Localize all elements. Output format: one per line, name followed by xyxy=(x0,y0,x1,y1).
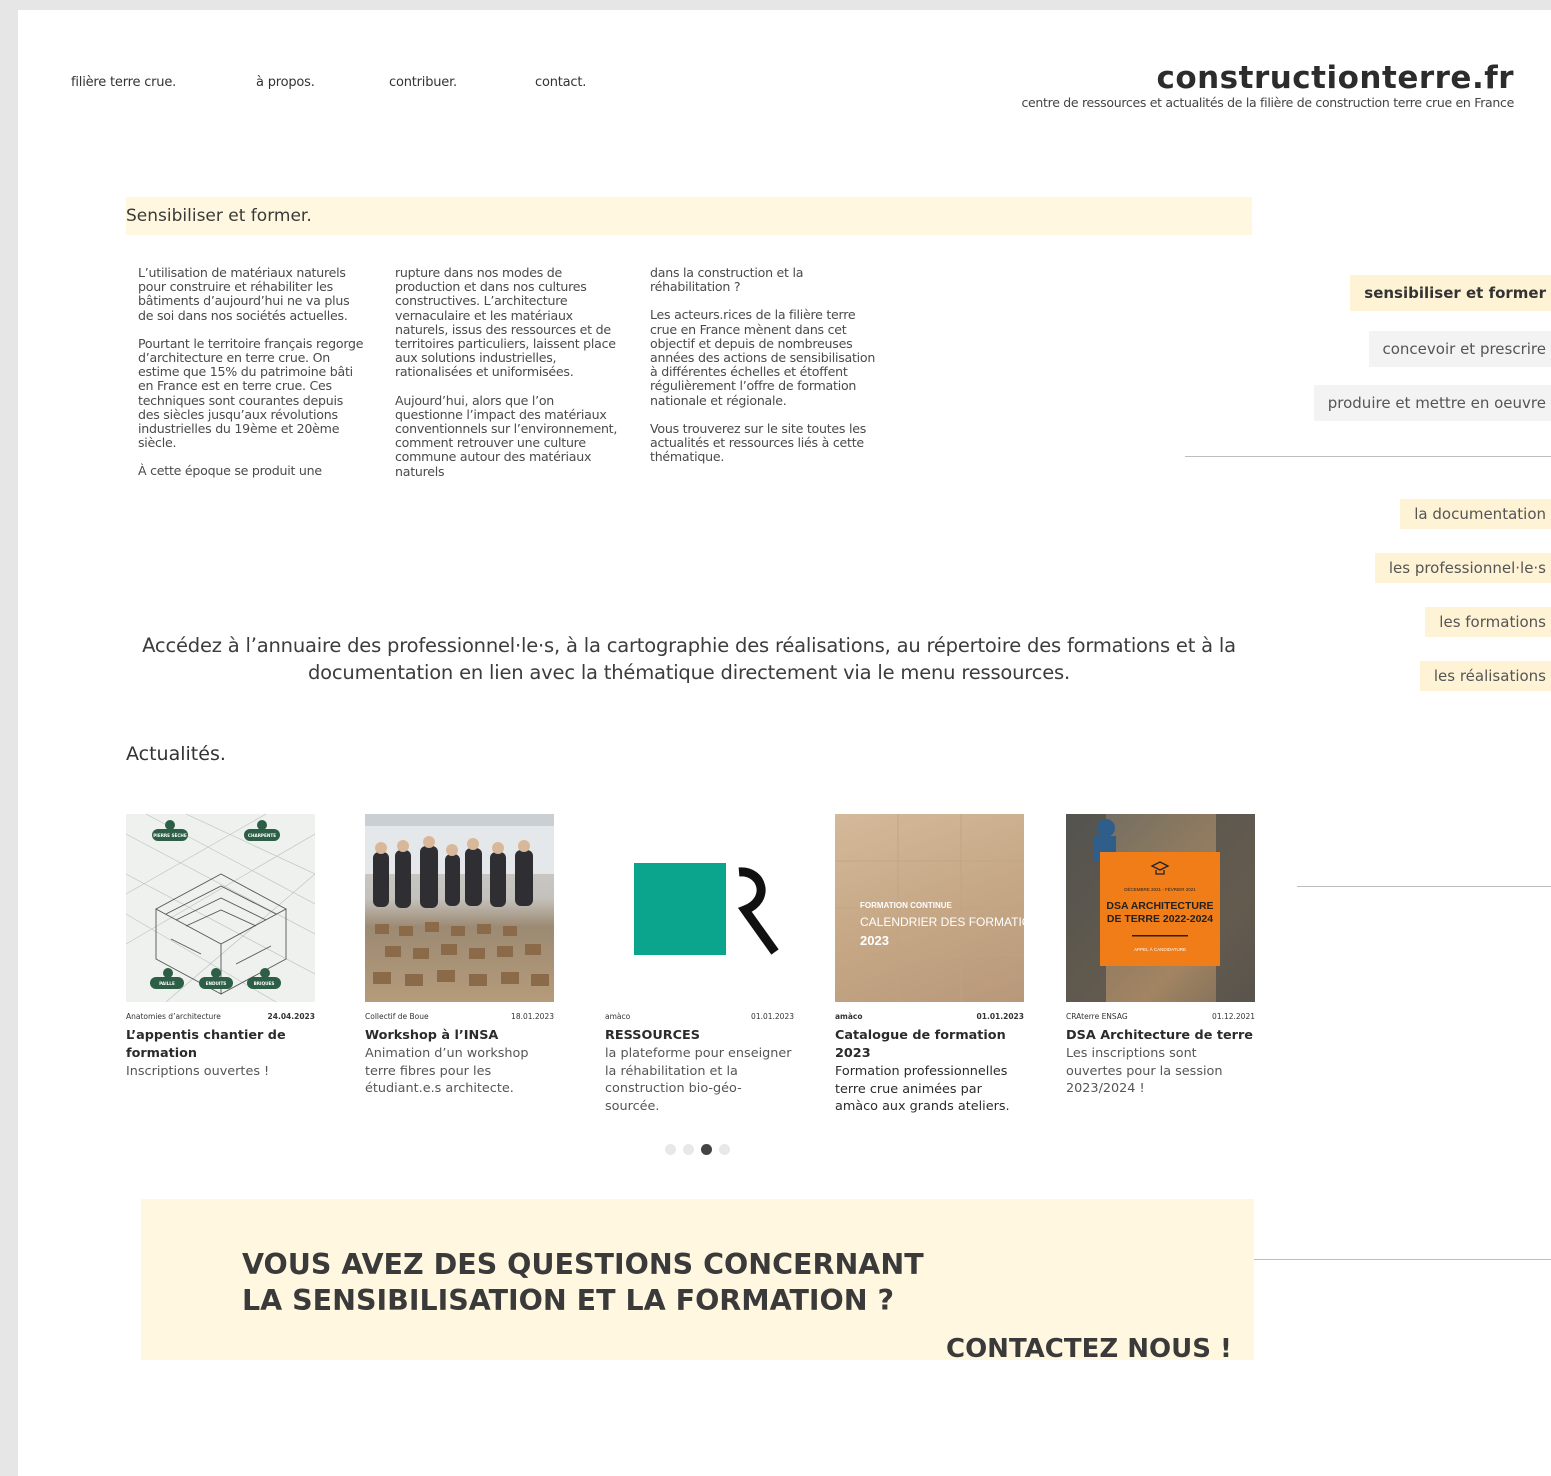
img-label: 2023 xyxy=(860,933,889,948)
news-card-desc: Formation professionnelles terre crue an… xyxy=(835,1064,1010,1114)
intro-paragraph: Pourtant le territoire français regorge … xyxy=(138,335,364,451)
resource-formations[interactable]: les formations xyxy=(1425,607,1551,637)
carousel-dot[interactable] xyxy=(683,1144,694,1155)
news-card-desc: la plateforme pour enseigner la réhabili… xyxy=(605,1046,792,1114)
news-meta: amàco 01.01.2023 xyxy=(605,1012,794,1021)
questions-text: VOUS AVEZ DES QUESTIONS CONCERNANT LA SE… xyxy=(242,1247,924,1319)
news-date: 01.01.2023 xyxy=(976,1012,1024,1021)
news-card-desc: Inscriptions ouvertes ! xyxy=(126,1064,270,1079)
intro-column-1: L’utilisation de matériaux naturels pour… xyxy=(138,265,368,493)
contact-us-button[interactable]: CONTACTEZ NOUS ! xyxy=(946,1334,1232,1364)
isometric-drawing-icon: PIERRE SÈCHE CHARPENTE PAILLE ENDUITS BR… xyxy=(126,814,315,1002)
news-meta: Collectif de Boue 18.01.2023 xyxy=(365,1012,554,1021)
dsa-poster-icon: DÉCEMBRE 2021 - FÉVRIER 2021 DSA ARCHITE… xyxy=(1066,814,1255,1002)
theme-sensibiliser[interactable]: sensibiliser et former xyxy=(1350,275,1551,311)
page: filière terre crue. à propos. contribuer… xyxy=(18,10,1551,1476)
theme-produire[interactable]: produire et mettre en oeuvre xyxy=(1313,385,1551,421)
access-text: Accédez à l’annuaire des professionnel·l… xyxy=(142,634,1236,684)
carousel-dots xyxy=(665,1144,730,1155)
news-date: 01.01.2023 xyxy=(751,1012,794,1021)
intro-paragraph: À cette époque se produit une xyxy=(138,463,322,479)
img-label: PIERRE SÈCHE xyxy=(153,833,187,838)
intro-paragraph: Les acteurs.rices de la filière terre cr… xyxy=(650,307,876,408)
news-card[interactable]: FORMATION CONTINUE CALENDRIER DES FORMAT… xyxy=(835,814,1024,1116)
section-header: Sensibiliser et former. xyxy=(126,197,1252,235)
carousel-dot-active[interactable] xyxy=(701,1144,712,1155)
news-card[interactable]: DÉCEMBRE 2021 - FÉVRIER 2021 DSA ARCHITE… xyxy=(1066,814,1255,1098)
news-image-dsa[interactable]: DÉCEMBRE 2021 - FÉVRIER 2021 DSA ARCHITE… xyxy=(1066,814,1255,1002)
intro-paragraph: L’utilisation de matériaux naturels pour… xyxy=(138,265,350,323)
img-label: CHARPENTE xyxy=(248,833,276,838)
news-meta: Anatomies d’architecture 24.04.2023 xyxy=(126,1012,315,1021)
brand[interactable]: constructionterre.fr centre de ressource… xyxy=(1021,60,1514,110)
site-subtitle: centre de ressources et actualités de la… xyxy=(1021,95,1514,110)
news-image-ressources-logo[interactable] xyxy=(605,814,794,1002)
news-card[interactable]: Collectif de Boue 18.01.2023 Workshop à … xyxy=(365,814,554,1098)
nav-a-propos[interactable]: à propos. xyxy=(256,75,315,90)
divider xyxy=(1297,886,1551,887)
news-title: Actualités. xyxy=(126,743,226,765)
img-label: APPEL À CANDIDATURE xyxy=(1134,946,1186,952)
site-title[interactable]: constructionterre.fr xyxy=(1021,60,1514,96)
nav-contribuer[interactable]: contribuer. xyxy=(389,75,457,90)
resource-documentation[interactable]: la documentation xyxy=(1400,499,1551,529)
img-label: BRIQUES xyxy=(254,981,275,986)
resource-realisations[interactable]: les réalisations xyxy=(1419,661,1551,691)
questions-line-2: LA SENSIBILISATION ET LA FORMATION ? xyxy=(242,1284,895,1317)
ressources-logo-icon xyxy=(634,863,779,955)
news-card-title[interactable]: Catalogue de formation 2023 xyxy=(835,1027,1024,1063)
nav-contact[interactable]: contact. xyxy=(535,75,586,90)
carousel-dot[interactable] xyxy=(719,1144,730,1155)
img-label: CALENDRIER DES FORMATIONS xyxy=(860,915,1024,929)
section-title: Sensibiliser et former. xyxy=(126,206,312,226)
img-label: DÉCEMBRE 2021 - FÉVRIER 2021 xyxy=(1124,886,1196,892)
intro-paragraph: dans la construction et la réhabilitatio… xyxy=(650,265,804,295)
intro-paragraph: Vous trouverez sur le site toutes les ac… xyxy=(650,420,867,465)
news-date: 18.01.2023 xyxy=(511,1012,554,1021)
news-card-title[interactable]: DSA Architecture de terre xyxy=(1066,1027,1255,1045)
news-card-title[interactable]: L’appentis chantier de formation xyxy=(126,1027,315,1063)
news-date: 24.04.2023 xyxy=(267,1012,315,1021)
workshop-photo-icon xyxy=(365,814,554,986)
news-card-desc: Animation d’un workshop terre fibres pou… xyxy=(365,1046,529,1096)
news-card-desc: Les inscriptions sont ouvertes pour la s… xyxy=(1066,1046,1223,1096)
news-date: 01.12.2021 xyxy=(1212,1012,1255,1021)
resource-professionnels[interactable]: les professionnel·le·s xyxy=(1374,553,1551,583)
news-source: amàco xyxy=(835,1012,863,1021)
news-source: Anatomies d’architecture xyxy=(126,1012,221,1021)
news-source: amàco xyxy=(605,1012,631,1021)
news-image-calendrier[interactable]: FORMATION CONTINUE CALENDRIER DES FORMAT… xyxy=(835,814,1024,1002)
news-card[interactable]: PIERRE SÈCHE CHARPENTE PAILLE ENDUITS BR… xyxy=(126,814,315,1081)
intro-paragraph: Aujourd’hui, alors que l’on questionne l… xyxy=(395,392,618,479)
intro-column-3: dans la construction et la réhabilitatio… xyxy=(650,265,880,478)
news-card-title[interactable]: RESSOURCES xyxy=(605,1027,794,1045)
intro-column-2: rupture dans nos modes de production et … xyxy=(395,265,625,493)
news-meta: CRAterre ENSAG 01.12.2021 xyxy=(1066,1012,1255,1021)
news-card-title[interactable]: Workshop à l’INSA xyxy=(365,1027,554,1045)
img-label: DE TERRE 2022-2024 xyxy=(1107,913,1213,925)
news-meta: amàco 01.01.2023 xyxy=(835,1012,1024,1021)
divider xyxy=(1185,456,1551,457)
news-image-isometric[interactable]: PIERRE SÈCHE CHARPENTE PAILLE ENDUITS BR… xyxy=(126,814,315,1002)
img-label: PAILLE xyxy=(159,981,175,986)
intro-paragraph: rupture dans nos modes de production et … xyxy=(395,265,616,380)
nav-filiere[interactable]: filière terre crue. xyxy=(71,75,176,90)
news-source: CRAterre ENSAG xyxy=(1066,1012,1128,1021)
news-image-workshop[interactable] xyxy=(365,814,554,1002)
img-label: ENDUITS xyxy=(206,981,227,986)
img-label: FORMATION CONTINUE xyxy=(860,901,953,910)
theme-concevoir[interactable]: concevoir et prescrire xyxy=(1368,331,1551,367)
img-label: DSA ARCHITECTURE xyxy=(1106,900,1213,912)
calendar-poster-icon: FORMATION CONTINUE CALENDRIER DES FORMAT… xyxy=(835,814,1024,1002)
questions-line-1: VOUS AVEZ DES QUESTIONS CONCERNANT xyxy=(242,1248,924,1281)
news-source: Collectif de Boue xyxy=(365,1012,429,1021)
news-card[interactable]: amàco 01.01.2023 RESSOURCES la plateform… xyxy=(605,814,794,1115)
carousel-dot[interactable] xyxy=(665,1144,676,1155)
